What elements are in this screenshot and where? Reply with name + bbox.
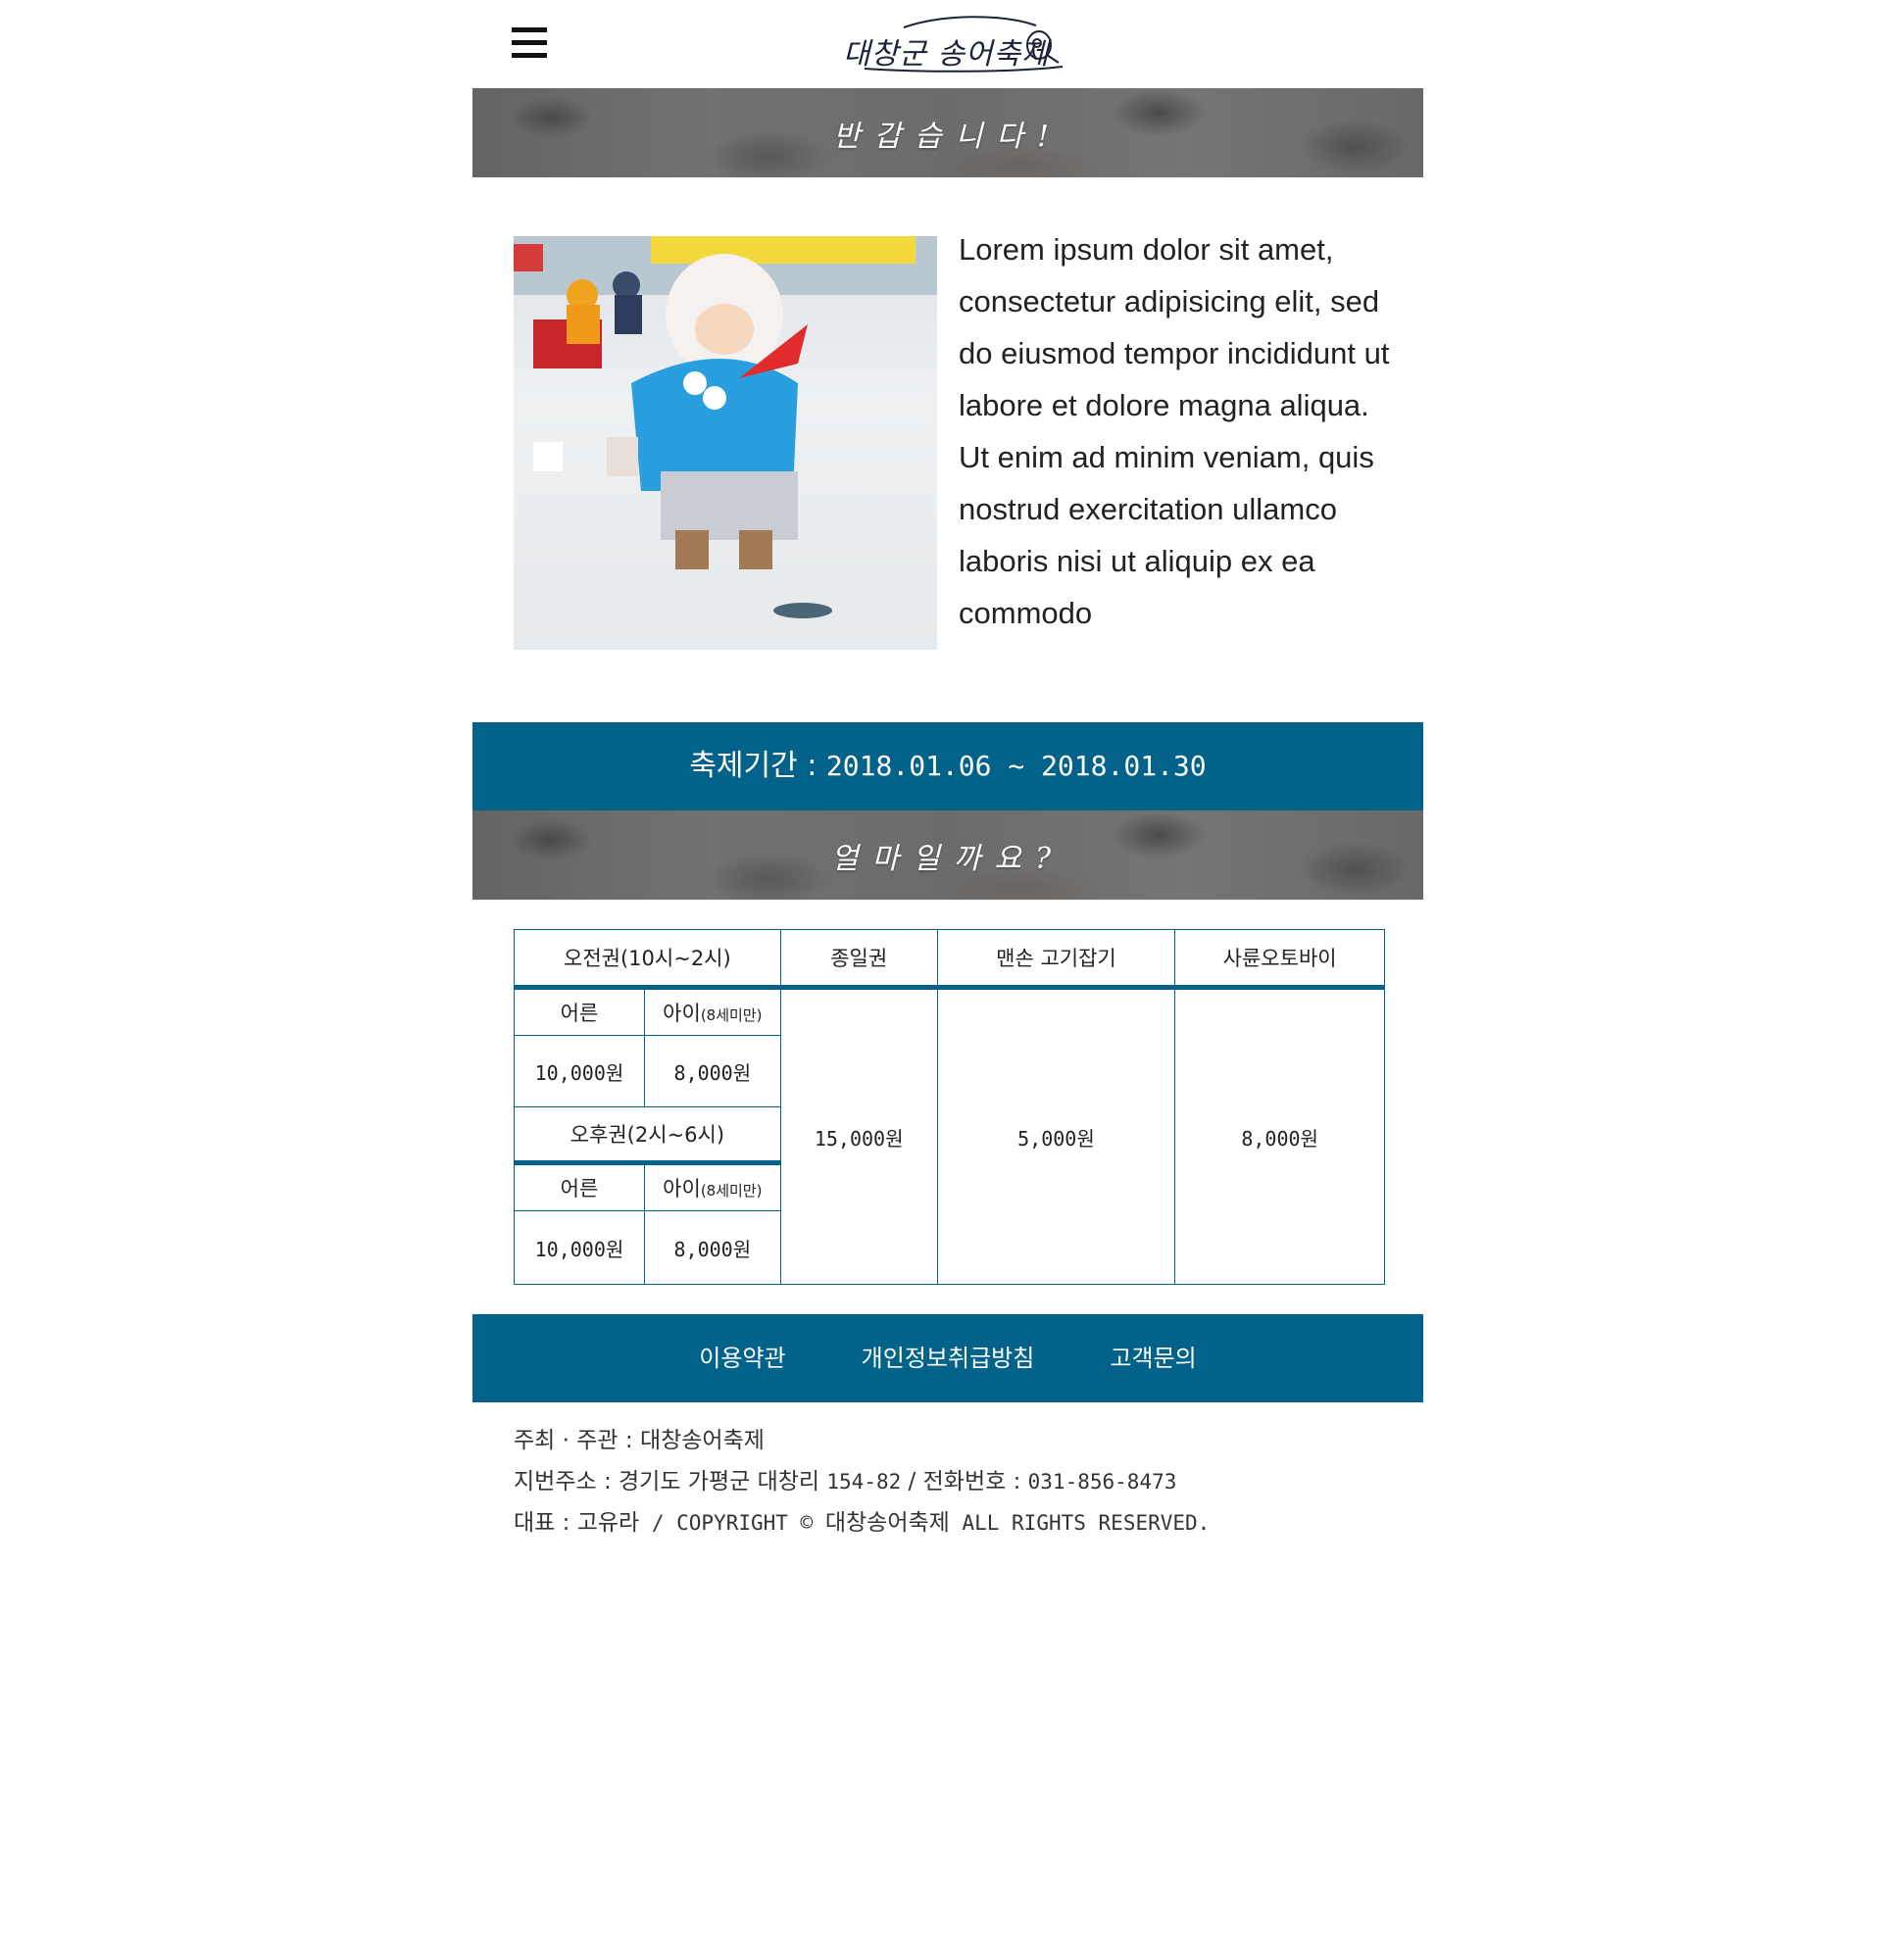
- fish-icon: [1026, 30, 1060, 64]
- atv-price: 8,000원: [1174, 987, 1385, 1285]
- afternoon-child-note: (8세미만): [700, 1182, 763, 1200]
- price-banner: 얼마일까요?: [472, 810, 1423, 900]
- ceo-label: 대표 :: [514, 1510, 577, 1536]
- welcome-banner: 반갑습니다!: [472, 88, 1423, 177]
- ceo-value: 고유라: [576, 1510, 640, 1536]
- host-label: 주최 · 주관 :: [514, 1428, 640, 1453]
- address-line: 지번주소 : 경기도 가평군 대창리 154-82 / 전화번호 : 031-8…: [514, 1461, 1423, 1502]
- header-allday-ticket: 종일권: [779, 929, 938, 990]
- morning-child-label-text: 아이: [663, 1002, 701, 1025]
- child-ice-fishing-photo: [514, 236, 937, 650]
- allday-price: 15,000원: [779, 987, 938, 1285]
- footer-nav: 이용약관 개인정보취급방침 고객문의: [472, 1314, 1423, 1402]
- photo-illustration: [514, 236, 937, 618]
- afternoon-adult-price: 10,000원: [514, 1210, 645, 1285]
- morning-adult-label: 어른: [514, 987, 645, 1036]
- address-number: 154-82: [826, 1470, 902, 1494]
- afternoon-ticket-title: 오후권(2시~6시): [514, 1106, 781, 1165]
- privacy-link[interactable]: 개인정보취급방침: [862, 1345, 1035, 1372]
- copyright-suffix: ALL RIGHTS RESERVED.: [949, 1511, 1211, 1535]
- host-value: 대창송어축제: [639, 1428, 765, 1453]
- header-morning-ticket: 오전권(10시~2시): [514, 929, 781, 990]
- price-section: 오전권(10시~2시) 종일권 맨손 고기잡기 사륜오토바이 어른 아이(8세미…: [472, 900, 1423, 1314]
- period-label: 축제기간 :: [689, 749, 826, 783]
- festival-period-bar: 축제기간 : 2018.01.06 ~ 2018.01.30: [472, 722, 1423, 810]
- hamburger-menu-icon[interactable]: [512, 27, 549, 61]
- contact-link[interactable]: 고객문의: [1110, 1345, 1196, 1372]
- phone-value: 031-856-8473: [1027, 1470, 1177, 1494]
- footer-info: 주최 · 주관 : 대창송어축제 지번주소 : 경기도 가평군 대창리 154-…: [472, 1402, 1423, 1544]
- period-dates: 2018.01.06 ~ 2018.01.30: [825, 750, 1207, 782]
- welcome-banner-title: 반갑습니다!: [832, 120, 1064, 154]
- intro-text: Lorem ipsum dolor sit amet, consectetur …: [959, 232, 1390, 630]
- intro-section: Lorem ipsum dolor sit amet, consectetur …: [472, 177, 1423, 722]
- afternoon-adult-label: 어른: [514, 1162, 645, 1211]
- morning-child-price: 8,000원: [643, 1035, 781, 1107]
- site-logo[interactable]: 대창군 송어축제: [835, 12, 1070, 73]
- barehand-price: 5,000원: [936, 987, 1176, 1285]
- morning-child-note: (8세미만): [700, 1006, 763, 1024]
- address-label: 지번주소 :: [514, 1469, 619, 1494]
- logo-text: 대창군 송어축제: [843, 37, 1050, 72]
- copyright-name: 대창송어축제: [824, 1510, 950, 1536]
- price-banner-title: 얼마일까요?: [830, 842, 1065, 876]
- copyright-prefix: / COPYRIGHT ©: [639, 1511, 825, 1535]
- address-value: 경기도 가평군 대창리: [619, 1469, 827, 1494]
- afternoon-child-label-text: 아이: [663, 1177, 701, 1200]
- terms-link[interactable]: 이용약관: [699, 1345, 785, 1372]
- afternoon-child-label: 아이(8세미만): [643, 1162, 781, 1211]
- morning-adult-price: 10,000원: [514, 1035, 645, 1107]
- phone-label: / 전화번호 :: [901, 1469, 1028, 1494]
- host-line: 주최 · 주관 : 대창송어축제: [514, 1420, 1423, 1461]
- header-barehand-fishing: 맨손 고기잡기: [936, 929, 1176, 990]
- header-atv: 사륜오토바이: [1174, 929, 1385, 990]
- morning-child-label: 아이(8세미만): [643, 987, 781, 1036]
- copyright-line: 대표 : 고유라 / COPYRIGHT © 대창송어축제 ALL RIGHTS…: [514, 1502, 1423, 1544]
- header: 대창군 송어축제: [472, 0, 1423, 88]
- page: 대창군 송어축제 반갑습니다! Lorem ipsum dolor sit am…: [472, 0, 1423, 1544]
- afternoon-child-price: 8,000원: [643, 1210, 781, 1285]
- price-table: 오전권(10시~2시) 종일권 맨손 고기잡기 사륜오토바이 어른 아이(8세미…: [514, 929, 1385, 1285]
